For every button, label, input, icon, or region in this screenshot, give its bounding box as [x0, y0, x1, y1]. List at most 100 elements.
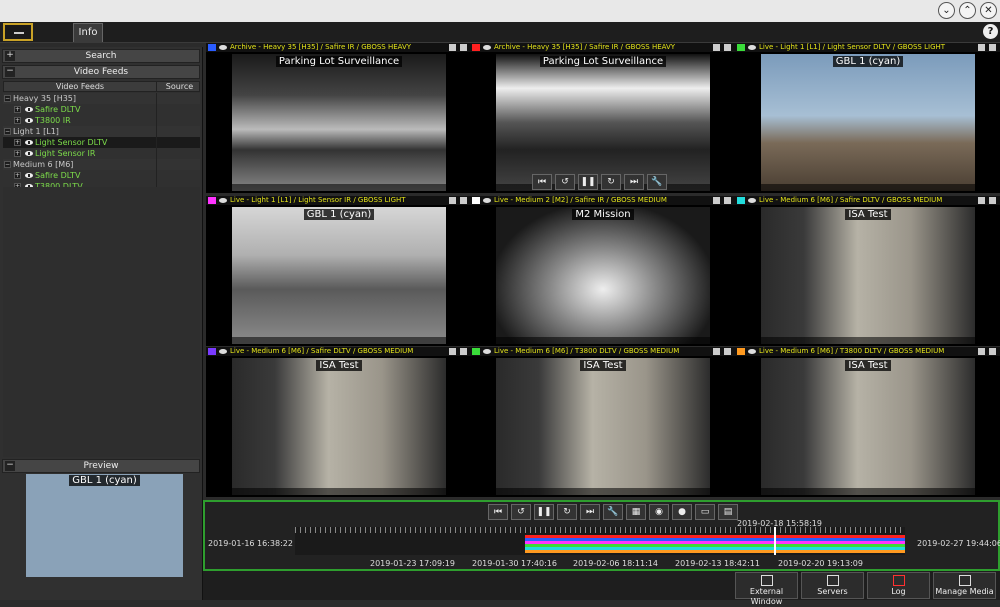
tree-feed-row[interactable]: + Safire DLTV	[3, 104, 200, 115]
wrench-icon[interactable]: 🔧	[603, 504, 623, 520]
preview-section-header[interactable]: − Preview	[2, 459, 200, 473]
expand-window-button[interactable]: ⌃	[959, 2, 976, 19]
visibility-eye-icon[interactable]	[748, 198, 756, 203]
close-tile-icon[interactable]	[724, 197, 731, 204]
wrench-icon[interactable]: 🔧	[647, 174, 667, 190]
video-tile[interactable]: Live - Medium 6 [M6] / T3800 DLTV / GBOS…	[470, 347, 735, 497]
visibility-eye-icon[interactable]	[25, 140, 33, 145]
expand-icon[interactable]: +	[14, 139, 21, 146]
video-tile[interactable]: Live - Light 1 [L1] / Light Sensor DLTV …	[735, 43, 1000, 193]
column-header-video-feeds[interactable]: Video Feeds	[4, 82, 157, 92]
video-frame[interactable]: GBL 1 (cyan)	[761, 54, 975, 191]
video-tile[interactable]: Archive - Heavy 35 [H35] / Safire IR / G…	[470, 43, 735, 193]
visibility-eye-icon[interactable]	[219, 349, 227, 354]
collapse-icon[interactable]: −	[5, 461, 15, 471]
feed-color-swatch[interactable]	[737, 44, 745, 51]
video-frame[interactable]: GBL 1 (cyan)	[232, 207, 446, 344]
feed-color-swatch[interactable]	[737, 348, 745, 355]
video-frame[interactable]: Parking Lot Surveillance	[232, 54, 446, 191]
visibility-eye-icon[interactable]	[483, 349, 491, 354]
feed-color-swatch[interactable]	[472, 197, 480, 204]
collapse-icon[interactable]: −	[4, 95, 11, 102]
expand-icon[interactable]: +	[14, 172, 21, 179]
maximize-tile-icon[interactable]	[713, 44, 720, 51]
visibility-eye-icon[interactable]	[25, 151, 33, 156]
visibility-eye-icon[interactable]	[25, 107, 33, 112]
video-tile[interactable]: Live - Medium 6 [M6] / T3800 DLTV / GBOS…	[735, 347, 1000, 497]
visibility-eye-icon[interactable]	[25, 173, 33, 178]
visibility-eye-icon[interactable]	[748, 45, 756, 50]
visibility-eye-icon[interactable]	[219, 45, 227, 50]
close-tile-icon[interactable]	[460, 348, 467, 355]
close-tile-icon[interactable]	[989, 44, 996, 51]
collapse-icon[interactable]: −	[4, 128, 11, 135]
camera-icon[interactable]: ◉	[649, 504, 669, 520]
pause-icon[interactable]: ❚❚	[534, 504, 554, 520]
record-icon[interactable]: ●	[672, 504, 692, 520]
video-frame[interactable]: ISA Test	[761, 207, 975, 344]
collapse-window-button[interactable]: ⌄	[938, 2, 955, 19]
visibility-eye-icon[interactable]	[483, 198, 491, 203]
visibility-eye-icon[interactable]	[219, 198, 227, 203]
pause-icon[interactable]: ❚❚	[578, 174, 598, 190]
maximize-tile-icon[interactable]	[978, 197, 985, 204]
close-tile-icon[interactable]	[460, 44, 467, 51]
tree-feed-row[interactable]: + T3800 IR	[3, 115, 200, 126]
maximize-tile-icon[interactable]	[449, 348, 456, 355]
close-tile-icon[interactable]	[460, 197, 467, 204]
video-frame[interactable]: M2 Mission	[496, 207, 710, 344]
panel-toggle-button[interactable]	[3, 23, 33, 41]
video-tile[interactable]: Live - Medium 2 [M2] / Safire IR / GBOSS…	[470, 196, 735, 346]
video-tile[interactable]: Live - Light 1 [L1] / Light Sensor IR / …	[206, 196, 471, 346]
close-tile-icon[interactable]	[724, 348, 731, 355]
rewind-icon[interactable]: ↺	[511, 504, 531, 520]
feed-color-swatch[interactable]	[208, 44, 216, 51]
close-tile-icon[interactable]	[724, 44, 731, 51]
forward-icon[interactable]: ↻	[557, 504, 577, 520]
close-window-button[interactable]: ✕	[980, 2, 997, 19]
tab-info[interactable]: Info	[73, 23, 103, 42]
rewind-icon[interactable]: ↺	[555, 174, 575, 190]
column-header-source[interactable]: Source	[158, 82, 201, 92]
forward-icon[interactable]: ↻	[601, 174, 621, 190]
close-tile-icon[interactable]	[989, 197, 996, 204]
tree-feed-row[interactable]: + Light Sensor IR	[3, 148, 200, 159]
maximize-tile-icon[interactable]	[978, 348, 985, 355]
feed-color-swatch[interactable]	[208, 348, 216, 355]
skip-forward-icon[interactable]: ⏭	[580, 504, 600, 520]
maximize-tile-icon[interactable]	[713, 348, 720, 355]
feed-color-swatch[interactable]	[208, 197, 216, 204]
timeline-end-date[interactable]: 2019-02-27 19:44:06	[917, 539, 1000, 548]
skip-forward-icon[interactable]: ⏭	[624, 174, 644, 190]
expand-icon[interactable]: +	[14, 106, 21, 113]
expand-icon[interactable]: +	[14, 117, 21, 124]
maximize-tile-icon[interactable]	[449, 44, 456, 51]
video-feeds-section-header[interactable]: − Video Feeds	[2, 65, 200, 79]
maximize-tile-icon[interactable]	[449, 197, 456, 204]
maximize-tile-icon[interactable]	[713, 197, 720, 204]
collapse-icon[interactable]: −	[4, 161, 11, 168]
feed-color-swatch[interactable]	[472, 44, 480, 51]
tree-feed-row[interactable]: + Light Sensor DLTV	[3, 137, 200, 148]
visibility-eye-icon[interactable]	[25, 118, 33, 123]
video-frame[interactable]: ISA Test	[232, 358, 446, 495]
visibility-eye-icon[interactable]	[748, 349, 756, 354]
log-button[interactable]: Log	[867, 572, 930, 599]
timeline-track[interactable]	[295, 527, 905, 555]
close-tile-icon[interactable]	[989, 348, 996, 355]
video-tile[interactable]: Live - Medium 6 [M6] / Safire DLTV / GBO…	[206, 347, 471, 497]
preview-video[interactable]: GBL 1 (cyan)	[26, 474, 183, 577]
film-icon[interactable]: ▤	[718, 504, 738, 520]
tree-group-row[interactable]: − Medium 6 [M6]	[3, 159, 200, 170]
video-frame[interactable]: ISA Test	[496, 358, 710, 495]
collapse-icon[interactable]: −	[5, 67, 15, 77]
timeline-start-date[interactable]: 2019-01-16 16:38:22	[208, 539, 293, 548]
manage-media-button[interactable]: Manage Media	[933, 572, 996, 599]
expand-icon[interactable]: +	[5, 51, 15, 61]
timeline-recording-band[interactable]	[525, 550, 905, 553]
timeline-cursor[interactable]	[774, 527, 776, 555]
external-window-button[interactable]: External Window	[735, 572, 798, 606]
window-icon[interactable]: ▭	[695, 504, 715, 520]
visibility-eye-icon[interactable]	[483, 45, 491, 50]
expand-icon[interactable]: +	[14, 150, 21, 157]
